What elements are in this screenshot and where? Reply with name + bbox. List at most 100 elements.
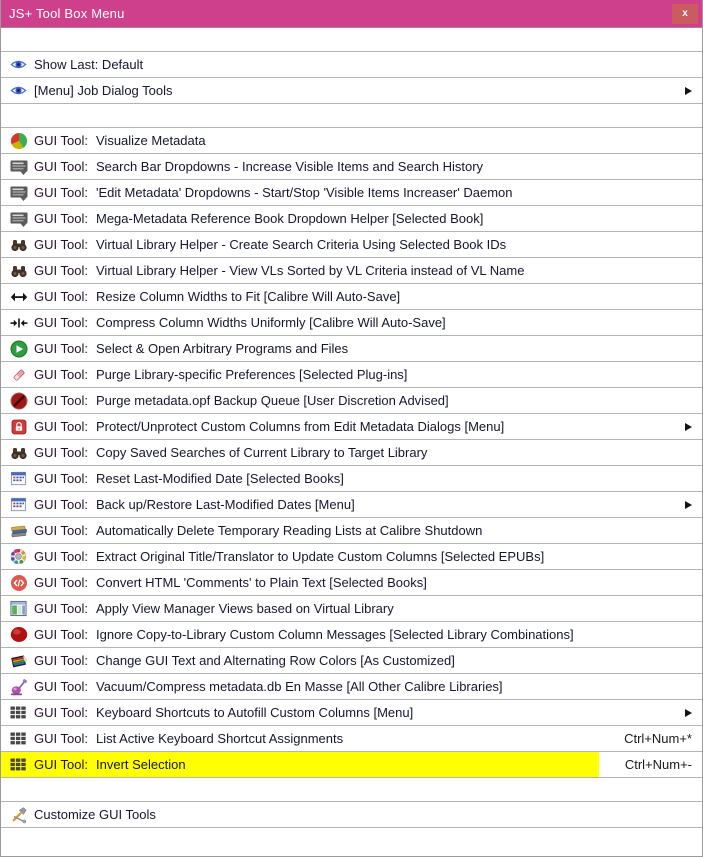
gui-tool-prefix: GUI Tool: xyxy=(34,731,88,746)
submenu-arrow-icon xyxy=(685,708,692,717)
menu-item-main[interactable]: GUI Tool: Keyboard Shortcuts to Autofill … xyxy=(1,700,599,725)
toolbox-menu-window: JS+ Tool Box Menu x Show Last: Default [M… xyxy=(0,0,703,857)
menu-item-main[interactable]: GUI Tool: Resize Column Widths to Fit [Ca… xyxy=(1,284,599,309)
titlebar: JS+ Tool Box Menu x xyxy=(1,0,702,28)
keyboard-icon xyxy=(9,755,28,774)
menu-item[interactable]: GUI Tool: Ignore Copy-to-Library Custom C… xyxy=(1,622,702,648)
menu-item-main[interactable]: GUI Tool: Select & Open Arbitrary Program… xyxy=(1,336,599,361)
menu-item-main[interactable]: GUI Tool: Reset Last-Modified Date [Selec… xyxy=(1,466,599,491)
menu-item-main[interactable]: GUI Tool: Copy Saved Searches of Current … xyxy=(1,440,599,465)
gui-tool-prefix: GUI Tool: xyxy=(34,627,88,642)
menu-item-right xyxy=(599,648,702,673)
menu-item[interactable]: GUI Tool: Automatically Delete Temporary … xyxy=(1,518,702,544)
menu-item-label: Purge metadata.opf Backup Queue [User Di… xyxy=(96,393,449,408)
keyboard-icon xyxy=(9,729,28,748)
menu-item[interactable]: GUI Tool: Vacuum/Compress metadata.db En … xyxy=(1,674,702,700)
menu-item-main[interactable]: GUI Tool: Visualize Metadata xyxy=(1,128,599,153)
menu-item-right xyxy=(599,362,702,387)
menu-item-main[interactable]: GUI Tool: Automatically Delete Temporary … xyxy=(1,518,599,543)
eye-icon xyxy=(9,55,28,74)
gui-tool-prefix: GUI Tool: xyxy=(34,575,88,590)
menu-item-main[interactable]: GUI Tool: Mega-Metadata Reference Book Dr… xyxy=(1,206,599,231)
menu-item[interactable]: GUI Tool: Select & Open Arbitrary Program… xyxy=(1,336,702,362)
binoculars-icon xyxy=(9,443,28,462)
menu-item-main[interactable]: GUI Tool: Change GUI Text and Alternating… xyxy=(1,648,599,673)
menu-item-main[interactable]: GUI Tool: Virtual Library Helper - Create… xyxy=(1,232,599,257)
menu-item[interactable]: Show Last: Default xyxy=(1,52,702,78)
code-circle-icon xyxy=(9,573,28,592)
menu-item[interactable]: GUI Tool: Copy Saved Searches of Current … xyxy=(1,440,702,466)
menu-item-main[interactable]: GUI Tool: Purge metadata.opf Backup Queue… xyxy=(1,388,599,413)
menu-item[interactable]: GUI Tool: Visualize Metadata xyxy=(1,128,702,154)
menu-item[interactable]: GUI Tool: Mega-Metadata Reference Book Dr… xyxy=(1,206,702,232)
books-icon xyxy=(9,521,28,540)
menu-item[interactable]: GUI Tool: Virtual Library Helper - Create… xyxy=(1,232,702,258)
menu-item-main[interactable]: GUI Tool: Ignore Copy-to-Library Custom C… xyxy=(1,622,599,647)
menu-item-right: Ctrl+Num+- xyxy=(599,752,702,777)
menu-item-label: Keyboard Shortcuts to Autofill Custom Co… xyxy=(96,705,414,720)
menu-item[interactable]: GUI Tool: Convert HTML 'Comments' to Plai… xyxy=(1,570,702,596)
play-circle-icon xyxy=(9,339,28,358)
gui-tool-prefix: GUI Tool: xyxy=(34,367,88,382)
menu-item-main[interactable]: GUI Tool: Protect/Unprotect Custom Column… xyxy=(1,414,599,439)
menu-item[interactable]: GUI Tool: Invert Selection Ctrl+Num+- xyxy=(1,752,702,778)
menu-item[interactable]: GUI Tool: Protect/Unprotect Custom Column… xyxy=(1,414,702,440)
menu-item[interactable]: GUI Tool: Purge metadata.opf Backup Queue… xyxy=(1,388,702,414)
gui-tool-prefix: GUI Tool: xyxy=(34,757,88,772)
menu-item[interactable]: GUI Tool: Back up/Restore Last-Modified D… xyxy=(1,492,702,518)
menu-item[interactable]: GUI Tool: Change GUI Text and Alternating… xyxy=(1,648,702,674)
menu-item-main[interactable]: GUI Tool: Virtual Library Helper - View V… xyxy=(1,258,599,283)
menu-item-right xyxy=(599,622,702,647)
menu-item-right xyxy=(599,78,702,103)
dropdown-list-icon xyxy=(9,209,28,228)
menu-item[interactable]: GUI Tool: 'Edit Metadata' Dropdowns - Sta… xyxy=(1,180,702,206)
close-button[interactable]: x xyxy=(672,4,698,24)
gui-tool-prefix: GUI Tool: xyxy=(34,315,88,330)
menu-item[interactable]: GUI Tool: Extract Original Title/Translat… xyxy=(1,544,702,570)
menu-item-main[interactable]: GUI Tool: Vacuum/Compress metadata.db En … xyxy=(1,674,599,699)
menu-item-main[interactable]: GUI Tool: 'Edit Metadata' Dropdowns - Sta… xyxy=(1,180,599,205)
menu-item-right xyxy=(599,154,702,179)
menu-item-main[interactable]: Show Last: Default xyxy=(1,52,599,77)
menu-item[interactable]: GUI Tool: Resize Column Widths to Fit [Ca… xyxy=(1,284,702,310)
menu-item[interactable]: GUI Tool: Purge Library-specific Preferen… xyxy=(1,362,702,388)
menu-item-right xyxy=(599,232,702,257)
menu-item[interactable]: GUI Tool: Reset Last-Modified Date [Selec… xyxy=(1,466,702,492)
menu-item-main[interactable]: GUI Tool: Invert Selection xyxy=(1,752,599,777)
menu-item[interactable]: GUI Tool: Search Bar Dropdowns - Increase… xyxy=(1,154,702,180)
submenu-arrow-icon xyxy=(685,500,692,509)
menu-item[interactable]: [Menu] Job Dialog Tools xyxy=(1,78,702,104)
menu-item-main[interactable]: [Menu] Job Dialog Tools xyxy=(1,78,599,103)
menu-item-main[interactable]: Customize GUI Tools xyxy=(1,802,599,827)
gui-tool-prefix: GUI Tool: xyxy=(34,159,88,174)
menu-item-main[interactable]: GUI Tool: List Active Keyboard Shortcut A… xyxy=(1,726,599,751)
menu-item-right xyxy=(599,440,702,465)
menu-item-right xyxy=(599,674,702,699)
menu-item-right xyxy=(599,570,702,595)
menu-item[interactable]: GUI Tool: Apply View Manager Views based … xyxy=(1,596,702,622)
menu-item[interactable]: GUI Tool: Compress Column Widths Uniforml… xyxy=(1,310,702,336)
menu-item-main[interactable]: GUI Tool: Purge Library-specific Preferen… xyxy=(1,362,599,387)
gui-tool-prefix: GUI Tool: xyxy=(34,549,88,564)
menu-spacer xyxy=(1,28,702,52)
menu-item-right xyxy=(599,492,702,517)
menu-item-right xyxy=(599,700,702,725)
gui-tool-prefix: GUI Tool: xyxy=(34,133,88,148)
menu-item[interactable]: Customize GUI Tools xyxy=(1,802,702,828)
menu-item[interactable]: GUI Tool: Virtual Library Helper - View V… xyxy=(1,258,702,284)
menu-item-label: 'Edit Metadata' Dropdowns - Start/Stop '… xyxy=(96,185,513,200)
gui-tool-prefix: GUI Tool: xyxy=(34,289,88,304)
menu-item[interactable]: GUI Tool: Keyboard Shortcuts to Autofill … xyxy=(1,700,702,726)
menu-item-main[interactable]: GUI Tool: Back up/Restore Last-Modified D… xyxy=(1,492,599,517)
menu-item-main[interactable]: GUI Tool: Apply View Manager Views based … xyxy=(1,596,599,621)
menu-item-right xyxy=(599,128,702,153)
menu-item-right xyxy=(599,596,702,621)
no-entry-icon xyxy=(9,391,28,410)
menu-item-main[interactable]: GUI Tool: Extract Original Title/Translat… xyxy=(1,544,599,569)
menu-item-main[interactable]: GUI Tool: Convert HTML 'Comments' to Plai… xyxy=(1,570,599,595)
menu-item[interactable]: GUI Tool: List Active Keyboard Shortcut A… xyxy=(1,726,702,752)
keyboard-icon xyxy=(9,703,28,722)
gui-tool-prefix: GUI Tool: xyxy=(34,653,88,668)
menu-item-main[interactable]: GUI Tool: Search Bar Dropdowns - Increase… xyxy=(1,154,599,179)
menu-item-main[interactable]: GUI Tool: Compress Column Widths Uniforml… xyxy=(1,310,599,335)
